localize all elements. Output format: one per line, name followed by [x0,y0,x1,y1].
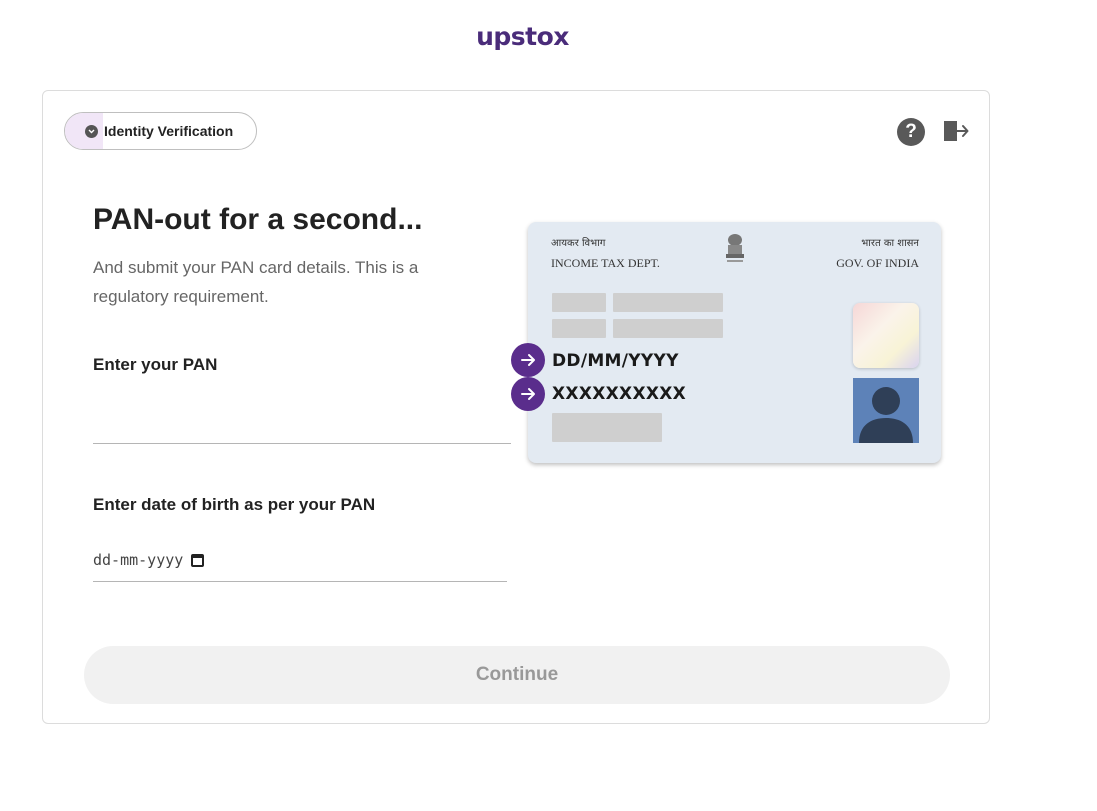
arrow-right-icon [511,377,545,411]
placeholder-bar [552,319,606,338]
placeholder-bar [613,293,723,312]
calendar-icon[interactable] [191,553,205,567]
dob-placeholder: dd-mm-yyyy [93,551,184,569]
placeholder-bar [552,293,606,312]
pan-hindi-dept: आयकर विभाग [551,238,606,249]
chevron-down-icon [85,124,98,138]
pan-card-illustration: आयकर विभाग भारत का शासन INCOME TAX DEPT.… [511,222,941,463]
help-icon[interactable]: ? [897,118,925,146]
pan-gov: GOV. OF INDIA [836,256,919,270]
pan-number-mask: XXXXXXXXXX [552,384,687,404]
national-emblem-icon [726,234,744,262]
page-title: PAN-out for a second... [93,203,423,236]
logout-icon[interactable] [943,120,969,147]
pan-dob-mask: DD/MM/YYYY [552,351,679,371]
verification-card: Identity Verification ? PAN-out for a se… [42,90,990,724]
pan-label: Enter your PAN [93,355,218,374]
step-label: Identity Verification [104,123,234,139]
dob-label: Enter date of birth as per your PAN [93,495,376,514]
arrow-right-icon [511,343,545,377]
page-subtitle: And submit your PAN card details. This i… [93,258,419,306]
person-photo-icon [853,378,919,443]
dob-input[interactable]: dd-mm-yyyy [93,539,507,582]
pan-hindi-gov: भारत का शासन [861,238,919,249]
pan-input[interactable] [93,399,511,444]
hologram-icon [853,303,919,368]
step-dropdown[interactable]: Identity Verification [64,112,257,150]
placeholder-bar [613,319,723,338]
upstox-logo: upstox [476,22,569,51]
placeholder-bar [552,413,662,442]
pan-dept: INCOME TAX DEPT. [551,256,660,270]
continue-button[interactable]: Continue [84,646,950,704]
